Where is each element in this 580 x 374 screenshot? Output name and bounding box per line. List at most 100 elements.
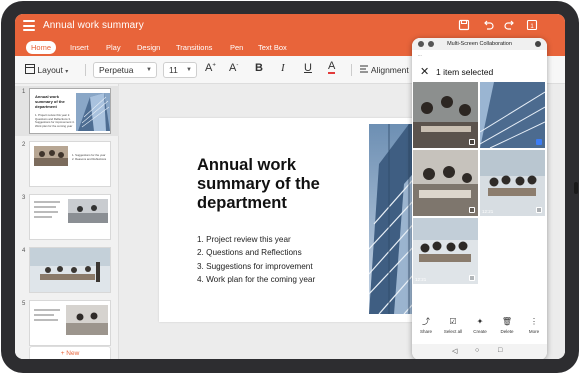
- font-size-dropdown[interactable]: 11 ▼: [163, 62, 197, 78]
- bold-icon[interactable]: B: [255, 62, 263, 74]
- tab-text-box[interactable]: Text Box: [253, 41, 292, 54]
- slide-thumbnail-4[interactable]: 4: [15, 245, 119, 295]
- desk-image: [66, 305, 108, 335]
- multi-screen-collaboration-window[interactable]: Multi-Screen Collaboration ... ✕ 1 item …: [412, 38, 547, 359]
- more-label: More: [528, 329, 540, 334]
- thumbnail-text: 1. Suggestions for the year 2. Reasons a…: [72, 153, 107, 161]
- thumbnail-preview: Annual work summary of the department 1.…: [29, 88, 111, 134]
- increase-font-icon[interactable]: A+: [205, 62, 216, 74]
- action-bar: ⤴ Share ☑ Select all ✦ Create 🗑 Delete ⋮: [412, 313, 547, 341]
- tab-play[interactable]: Play: [101, 41, 126, 54]
- text-lines-image: [34, 201, 60, 218]
- window-control-icon[interactable]: [428, 41, 434, 47]
- building-image: [480, 82, 545, 148]
- create-button[interactable]: ✦ Create: [468, 317, 492, 334]
- camera: [574, 182, 578, 194]
- back-icon[interactable]: ◁: [452, 347, 457, 355]
- save-icon[interactable]: [457, 19, 471, 33]
- italic-icon[interactable]: I: [281, 62, 285, 74]
- slide-thumbnail-1[interactable]: 1 Annual work summary of the department …: [15, 86, 119, 136]
- underline-icon[interactable]: U: [304, 62, 312, 74]
- thumbnail-preview: 1. Suggestions for the year 2. Reasons a…: [29, 141, 111, 187]
- collaboration-title: Multi-Screen Collaboration: [447, 41, 512, 47]
- photo-thumbnail[interactable]: 12:21: [480, 150, 545, 216]
- collaboration-header[interactable]: Multi-Screen Collaboration: [412, 38, 547, 50]
- team-photo-image: [34, 146, 68, 166]
- alignment-button[interactable]: Alignment: [359, 64, 409, 75]
- title-bar: Annual work summary 1: [15, 14, 565, 38]
- new-slide-button[interactable]: + New: [29, 346, 111, 359]
- thumbnail-preview: [29, 247, 111, 293]
- decrease-font-icon[interactable]: A-: [229, 62, 238, 74]
- photo-thumbnail[interactable]: [413, 82, 478, 148]
- font-name-dropdown[interactable]: Perpetua ▼: [93, 62, 157, 78]
- chevron-down-icon: ▼: [186, 67, 192, 73]
- checkbox[interactable]: [469, 139, 475, 145]
- slide-thumbnail-5[interactable]: 5: [15, 298, 119, 348]
- redo-icon[interactable]: [503, 19, 517, 33]
- slide-thumbnail-2[interactable]: 2 1. Suggestions for the year 2. Reasons…: [15, 139, 119, 189]
- phone-status-bar: ...: [418, 52, 422, 57]
- slide-count-icon[interactable]: 1: [525, 19, 539, 33]
- delete-label: Delete: [500, 329, 514, 334]
- document-title: Annual work summary: [43, 20, 144, 31]
- share-button[interactable]: ⤴ Share: [414, 317, 438, 334]
- lightbulb-icon: ✦: [476, 317, 484, 326]
- recent-apps-icon[interactable]: □: [498, 347, 502, 354]
- thumbnail-text: 1. Project review this year 2. Questions…: [35, 113, 75, 128]
- font-color-icon[interactable]: A: [328, 61, 336, 74]
- layout-label: Layout: [37, 65, 63, 75]
- home-icon[interactable]: ○: [475, 347, 479, 354]
- share-icon: ⤴: [422, 317, 430, 326]
- slide-thumbnail-3[interactable]: 3: [15, 192, 119, 242]
- slide-title[interactable]: Annual work summary of the department: [197, 156, 347, 213]
- checkbox[interactable]: [469, 275, 475, 281]
- selection-title: 1 item selected: [436, 67, 494, 77]
- photo-thumbnail[interactable]: [413, 150, 478, 216]
- alignment-label: Alignment: [370, 65, 409, 75]
- tablet-frame: Annual work summary 1 Home Insert Play D…: [1, 1, 579, 373]
- select-all-icon: ☑: [449, 317, 457, 326]
- meeting-room-image: [480, 150, 545, 216]
- undo-icon[interactable]: [481, 19, 495, 33]
- building-image: [76, 93, 110, 131]
- window-control-icon[interactable]: [418, 41, 424, 47]
- layout-button[interactable]: Layout ▾: [25, 64, 68, 75]
- font-name-value: Perpetua: [99, 65, 134, 75]
- slide[interactable]: Annual work summary of the department 1.…: [159, 118, 449, 322]
- tab-home[interactable]: Home: [26, 41, 57, 54]
- photo-thumbnail[interactable]: 12:21: [413, 218, 478, 284]
- slide-number: 3: [22, 195, 26, 201]
- checkbox-checked[interactable]: [536, 139, 542, 145]
- delete-button[interactable]: 🗑 Delete: [495, 317, 519, 334]
- checkbox[interactable]: [536, 207, 542, 213]
- more-button[interactable]: ⋮ More: [522, 317, 546, 334]
- tab-design[interactable]: Design: [132, 41, 165, 54]
- tab-pen[interactable]: Pen: [225, 41, 248, 54]
- font-size-value: 11: [169, 65, 178, 75]
- list-item: 1. Project review this year: [197, 235, 291, 244]
- video-duration: 12:21: [415, 277, 427, 282]
- tab-transitions[interactable]: Transitions: [171, 41, 217, 54]
- thumbnail-title: Annual work summary of the department: [35, 94, 65, 109]
- list-item: 4. Work plan for the coming year: [197, 275, 316, 285]
- video-duration: 12:21: [482, 209, 494, 214]
- divider: [85, 64, 86, 76]
- photo-grid: 12:21 12:21: [412, 82, 547, 292]
- select-all-label: Select all: [443, 329, 463, 334]
- photo-thumbnail[interactable]: [480, 82, 545, 148]
- checkbox[interactable]: [469, 207, 475, 213]
- slide-bullets[interactable]: 1. Project review this year 2. Questions…: [197, 233, 315, 287]
- slide-number: 4: [22, 248, 26, 254]
- chevron-down-icon: ▼: [146, 67, 152, 73]
- list-item: 2. Questions and Reflections: [197, 248, 302, 258]
- close-icon[interactable]: [535, 41, 541, 47]
- select-all-button[interactable]: ☑ Select all: [441, 317, 465, 334]
- menu-icon[interactable]: [23, 20, 35, 31]
- screen: Annual work summary 1 Home Insert Play D…: [15, 14, 565, 359]
- slide-number: 2: [22, 142, 26, 148]
- close-icon[interactable]: ✕: [420, 65, 429, 78]
- list-item: 3. Suggestions for improvement: [197, 261, 313, 271]
- divider: [351, 64, 352, 76]
- tab-insert[interactable]: Insert: [65, 41, 94, 54]
